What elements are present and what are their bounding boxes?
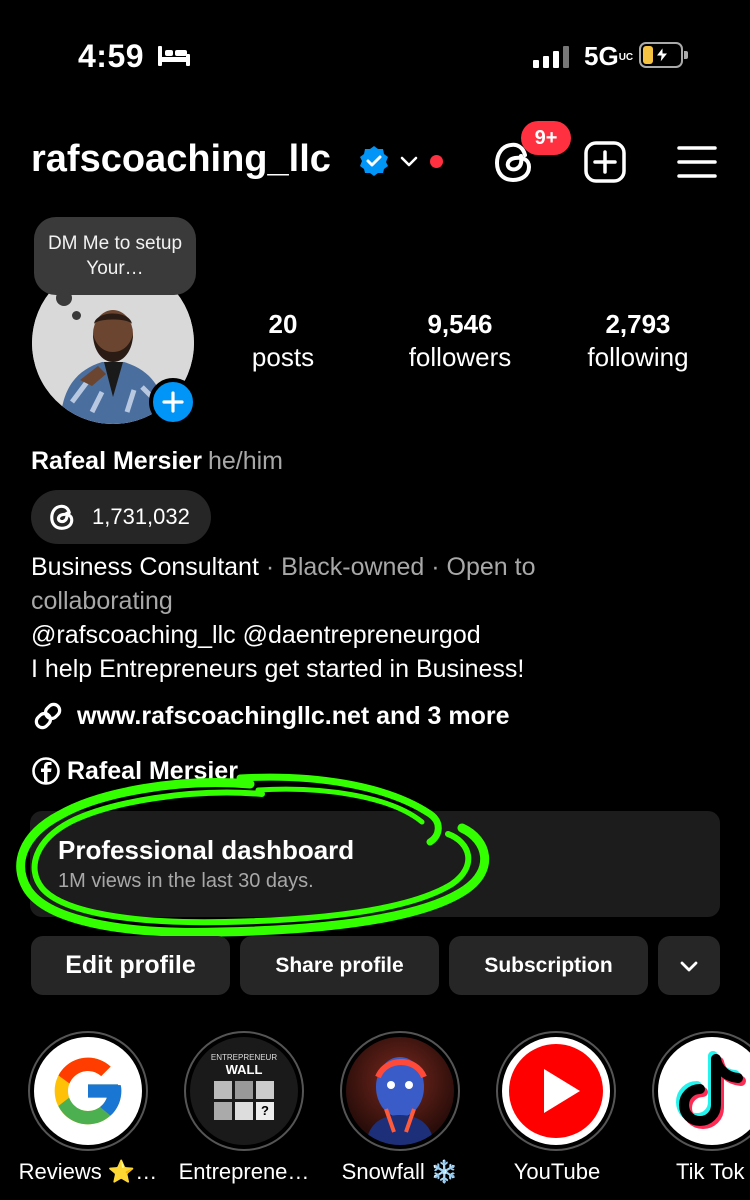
profile-bio: Business Consultant · Black-owned · Open… [31,550,731,686]
stat-label: following [587,342,689,372]
cover-photo-grid: ? [214,1081,274,1120]
bio-tag-open-cont: collaborating [31,587,173,615]
highlight-youtube[interactable] [496,1031,616,1151]
profile-note-bubble[interactable]: DM Me to setup Your… [34,217,196,295]
pronouns: he/him [207,447,283,475]
highlight-cover [346,1037,454,1145]
profile-full-name: Rafeal Mersier he/him [31,447,283,476]
profile-username[interactable]: rafscoaching_llc [31,138,331,181]
status-time: 4:59 [78,38,145,74]
highlight-cover: ENTREPRENEUR WALL ? [190,1037,298,1145]
dashboard-subtitle: 1M views in the last 30 days. [58,870,314,892]
highlight-label: Tik Tok [676,1159,745,1184]
highlight-entrepreneur[interactable]: ENTREPRENEUR WALL ? [184,1031,304,1151]
highlight-label: Snowfall ❄️ [341,1159,459,1184]
highlight-reviews[interactable] [28,1031,148,1151]
cover-text: ENTREPRENEUR [210,1053,278,1062]
separator: · [265,553,275,581]
plus-icon [162,391,184,413]
add-story-button[interactable] [149,378,197,426]
battery-icon [639,42,688,68]
bio-tag-black-owned: Black-owned [281,553,425,581]
threads-icon [50,504,74,530]
highlight-label: Reviews ⭐… [18,1159,158,1184]
account-switcher-chevron-icon[interactable] [399,152,419,172]
note-bubble-tail [56,290,72,306]
suggested-accounts-button[interactable] [658,936,720,995]
highlight-cover [502,1037,610,1145]
cover-text: WALL [225,1062,263,1077]
stat-value: 2,793 [605,309,671,339]
bio-mentions[interactable]: @rafscoaching_llc @daentrepreneurgod [31,618,731,652]
note-bubble-tail-small [72,311,81,320]
notification-badge: 9+ [521,121,571,155]
stat-label: followers [408,342,512,372]
create-post-icon[interactable] [583,140,627,184]
highlight-label: Entreprene… [178,1159,310,1184]
sleep-focus-icon [158,46,190,66]
cell-signal-icon [533,44,569,68]
link-text: www.rafscoachingllc.net and 3 more [77,701,510,730]
posts-count[interactable]: 20 posts [198,308,368,374]
menu-icon[interactable] [676,142,718,182]
separator: · [431,553,440,581]
full-name-text: Rafeal Mersier [31,447,202,475]
facebook-name: Rafeal Mersier [67,756,238,785]
followers-count[interactable]: 9,546 followers [375,308,545,374]
share-profile-button[interactable]: Share profile [240,936,439,995]
youtube-icon [509,1044,603,1138]
stat-value: 9,546 [427,309,493,339]
tiktok-icon [675,1051,746,1130]
account-notification-dot [430,155,443,168]
verified-badge-icon [360,146,388,176]
highlight-cover [34,1037,142,1145]
stat-value: 20 [268,309,298,339]
facebook-link[interactable]: Rafeal Mersier [31,756,238,786]
chevron-down-icon [680,961,698,971]
threads-badge-button[interactable]: 1,731,032 [31,490,211,544]
bio-tag-open: Open to [446,553,536,581]
highlight-cover [658,1037,750,1145]
bio-category-line: Business Consultant · Black-owned · Open… [31,550,731,584]
stat-label: posts [251,342,315,372]
bio-tagline: I help Entrepreneurs get started in Busi… [31,655,525,683]
snowfall-cover-image [366,1057,434,1145]
highlight-tiktok[interactable] [652,1031,750,1151]
bio-category: Business Consultant [31,553,259,581]
network-type: 5GUC [584,41,634,71]
bio-link[interactable]: www.rafscoachingllc.net and 3 more [31,699,510,733]
highlight-snowfall[interactable] [340,1031,460,1151]
google-icon [54,1057,122,1125]
highlight-label: YouTube [513,1159,601,1184]
link-icon [34,702,62,730]
edit-profile-button[interactable]: Edit profile [31,936,230,995]
facebook-icon [32,757,60,785]
following-count[interactable]: 2,793 following [553,308,723,374]
threads-count: 1,731,032 [92,504,190,529]
subscription-button[interactable]: Subscription [449,936,648,995]
dashboard-title: Professional dashboard [58,835,355,865]
